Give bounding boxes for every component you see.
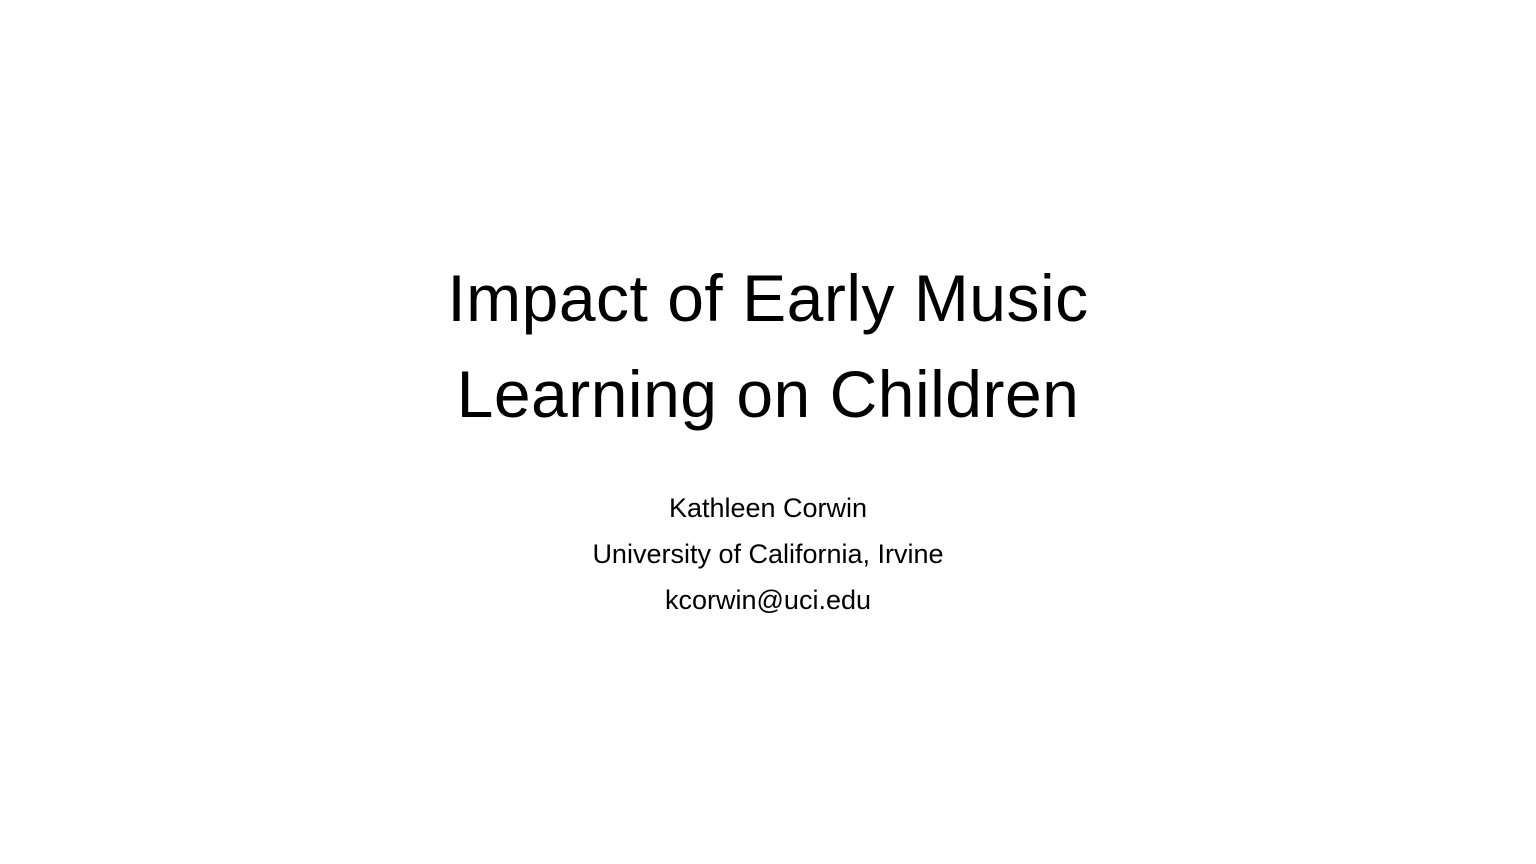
- author-email: kcorwin@uci.edu: [665, 585, 871, 615]
- slide-subtitle: Kathleen Corwin University of California…: [0, 485, 1536, 623]
- author-name: Kathleen Corwin: [668, 493, 868, 523]
- author-affiliation: University of California, Irvine: [592, 539, 944, 569]
- title-line-2: Learning on Children: [456, 357, 1080, 431]
- slide: Impact of Early Music Learning on Childr…: [0, 0, 1536, 864]
- title-line-1: Impact of Early Music: [447, 261, 1089, 335]
- slide-title: Impact of Early Music Learning on Childr…: [0, 250, 1536, 442]
